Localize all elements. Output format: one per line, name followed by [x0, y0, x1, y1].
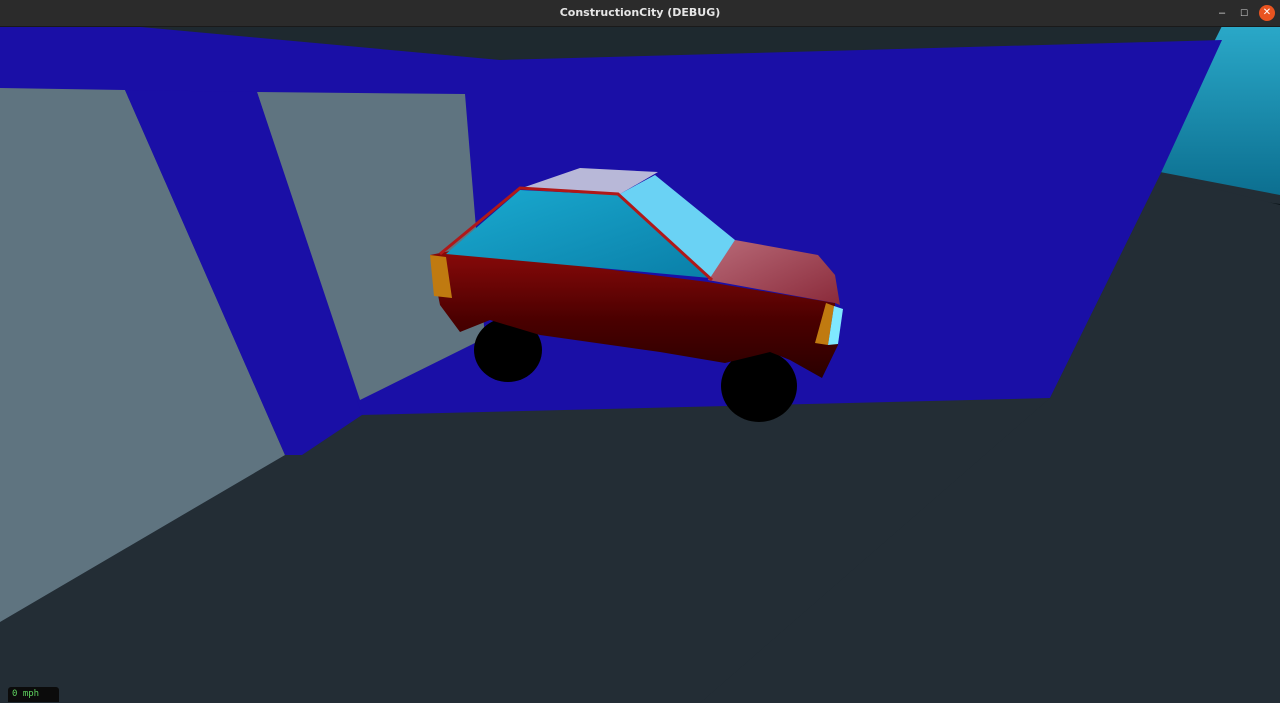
window-title: ConstructionCity (DEBUG): [559, 6, 721, 19]
speed-readout: 0 mph: [8, 687, 59, 702]
game-viewport[interactable]: 0 mph 1500000000: [0, 26, 1280, 703]
game-window: ConstructionCity (DEBUG) – ☐ ✕ 0 mph: [0, 0, 1280, 703]
minimize-button[interactable]: –: [1214, 5, 1230, 21]
close-button[interactable]: ✕: [1259, 5, 1275, 21]
maximize-button[interactable]: ☐: [1236, 5, 1252, 21]
title-bar[interactable]: ConstructionCity (DEBUG) – ☐ ✕: [0, 0, 1280, 27]
scene-3d: [0, 26, 1280, 703]
